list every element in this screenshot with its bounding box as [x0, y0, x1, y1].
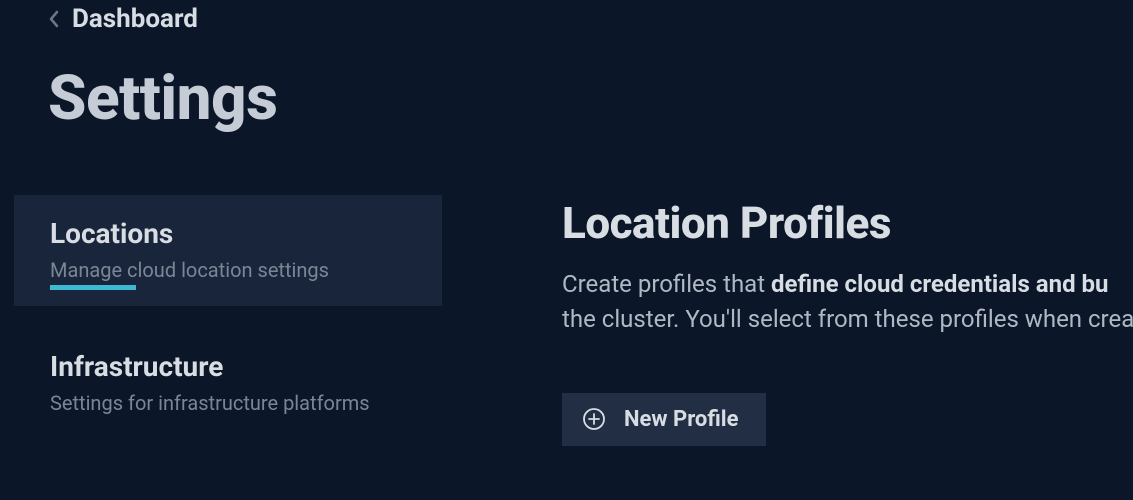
breadcrumb[interactable]: Dashboard — [0, 0, 1133, 34]
desc-text-bold: define cloud credentials and bu — [771, 270, 1108, 298]
section-title: Location Profiles — [562, 197, 1133, 249]
plus-circle-icon — [582, 407, 606, 431]
desc-text-line2: the cluster. You'll select from these pr… — [562, 305, 1133, 333]
chevron-left-icon — [48, 10, 60, 28]
desc-text-prefix: Create profiles that — [562, 270, 771, 298]
main-panel: Location Profiles Create profiles that d… — [562, 195, 1133, 446]
sidebar-item-infrastructure[interactable]: Infrastructure Settings for infrastructu… — [14, 328, 442, 439]
breadcrumb-label: Dashboard — [72, 4, 198, 34]
page-title: Settings — [0, 34, 1133, 135]
new-profile-label: New Profile — [624, 407, 738, 432]
sidebar-item-description: Manage cloud location settings — [50, 258, 406, 282]
sidebar-item-title: Infrastructure — [50, 350, 406, 383]
content-area: Locations Manage cloud location settings… — [0, 135, 1133, 446]
sidebar-item-locations[interactable]: Locations Manage cloud location settings — [14, 195, 442, 306]
settings-sidebar: Locations Manage cloud location settings… — [14, 195, 442, 446]
new-profile-button[interactable]: New Profile — [562, 393, 766, 446]
sidebar-item-description: Settings for infrastructure platforms — [50, 391, 406, 415]
section-description: Create profiles that define cloud creden… — [562, 267, 1133, 337]
sidebar-item-title: Locations — [50, 217, 406, 250]
